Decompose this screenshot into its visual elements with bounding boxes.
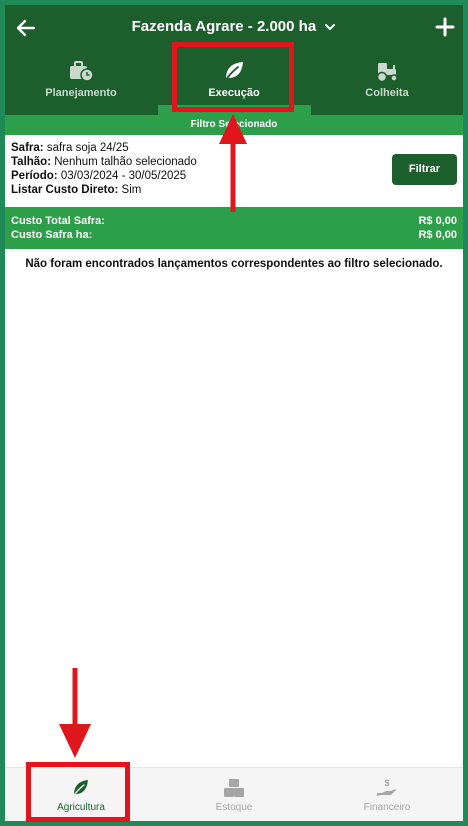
cost-per-ha-label: Custo Safra ha:	[11, 229, 93, 241]
hand-money-icon: $	[376, 778, 398, 798]
total-cost-row: Custo Total Safra: R$ 0,00	[11, 215, 457, 229]
tab-label: Planejamento	[45, 87, 117, 99]
safra-value: safra soja 24/25	[46, 142, 129, 154]
tab-label: Colheita	[365, 87, 409, 99]
nav-financeiro[interactable]: $ Financeiro	[311, 768, 463, 821]
filter-button[interactable]: Filtrar	[392, 154, 457, 185]
periodo-label: Período:	[11, 170, 58, 182]
plus-icon[interactable]	[433, 15, 457, 39]
empty-state-message: Não foram encontrados lançamentos corres…	[25, 258, 443, 270]
safra-label: Safra:	[11, 142, 44, 154]
cost-per-ha-value: R$ 0,00	[418, 229, 457, 241]
safra-line: Safra: safra soja 24/25	[11, 142, 129, 154]
farm-title: Fazenda Agrare - 2.000 ha	[131, 18, 317, 35]
tab-planejamento[interactable]: Planejamento	[5, 51, 157, 115]
cost-per-ha-row: Custo Safra ha: R$ 0,00	[11, 229, 457, 243]
tractor-icon	[374, 59, 400, 83]
periodo-value: 03/03/2024 - 30/05/2025	[60, 170, 187, 182]
custo-direto-line: Listar Custo Direto: Sim	[11, 184, 141, 196]
custo-direto-label: Listar Custo Direto:	[11, 184, 119, 196]
svg-text:$: $	[384, 778, 389, 788]
nav-label: Estoque	[215, 802, 253, 813]
nav-label: Financeiro	[363, 802, 411, 813]
farm-selector[interactable]: Fazenda Agrare - 2.000 ha	[5, 18, 463, 36]
custo-direto-value: Sim	[121, 184, 142, 196]
nav-estoque[interactable]: Estoque	[158, 768, 310, 821]
boxes-icon	[223, 778, 245, 798]
highlight-box-agricultura	[26, 762, 130, 822]
highlight-box-execucao	[172, 42, 294, 112]
chevron-down-icon	[324, 19, 336, 36]
periodo-line: Período: 03/03/2024 - 30/05/2025	[11, 170, 186, 182]
annotation-arrow-up	[219, 114, 247, 212]
annotation-arrow-down	[59, 668, 91, 758]
total-cost-value: R$ 0,00	[418, 215, 457, 227]
briefcase-clock-icon	[68, 59, 94, 83]
talhao-line: Talhão: Nenhum talhão selecionado	[11, 156, 197, 168]
tab-colheita[interactable]: Colheita	[311, 51, 463, 115]
total-cost-label: Custo Total Safra:	[11, 215, 105, 227]
talhao-label: Talhão:	[11, 156, 52, 168]
talhao-value: Nenhum talhão selecionado	[54, 156, 197, 168]
